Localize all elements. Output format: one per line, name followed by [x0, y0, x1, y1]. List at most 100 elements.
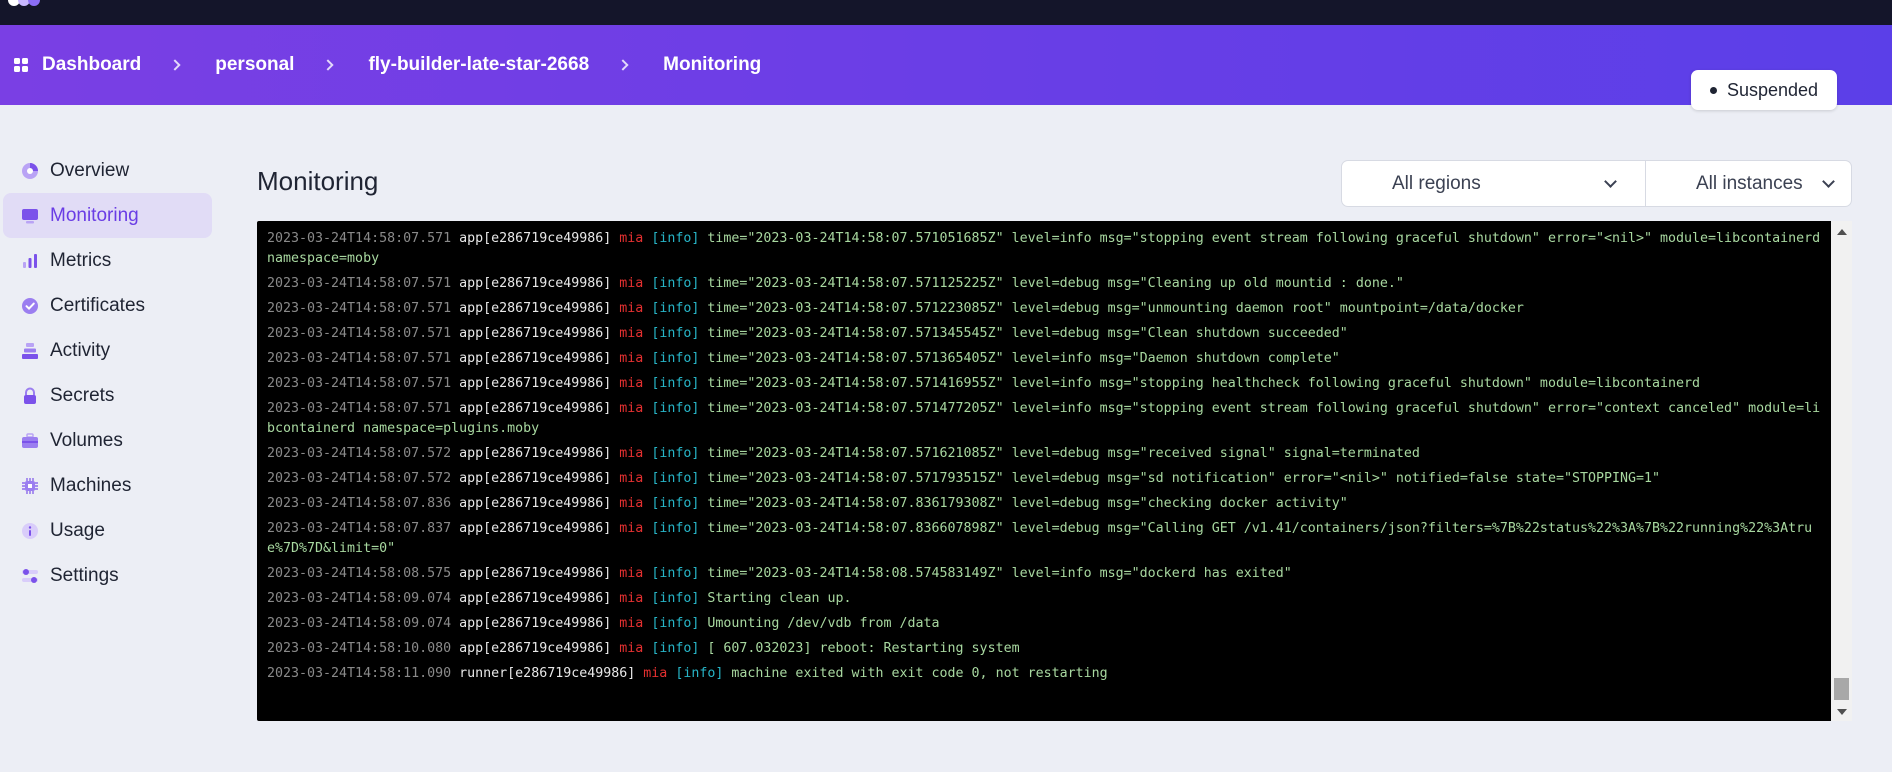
log-source: app[e286719ce49986]: [459, 616, 612, 631]
gauge-icon: [21, 162, 39, 180]
log-line: 2023-03-24T14:58:08.575 app[e286719ce499…: [267, 564, 1821, 584]
log-region: mia: [619, 376, 644, 391]
scroll-up-icon[interactable]: [1837, 229, 1847, 235]
log-line: 2023-03-24T14:58:07.571 app[e286719ce499…: [267, 349, 1821, 369]
log-timestamp: 2023-03-24T14:58:07.571: [267, 351, 452, 366]
breadcrumb: Dashboard personal fly-builder-late-star…: [14, 25, 761, 105]
sidebar-item-label: Secrets: [50, 384, 115, 406]
log-line: 2023-03-24T14:58:07.571 app[e286719ce499…: [267, 399, 1821, 439]
top-bar: [0, 0, 1892, 25]
log-level: [info]: [651, 496, 700, 511]
sidebar-item-label: Monitoring: [50, 204, 139, 226]
sidebar-item-label: Usage: [50, 519, 105, 541]
sidebar-item-label: Settings: [50, 564, 119, 586]
log-level: [info]: [651, 326, 700, 341]
stack-icon: [21, 342, 39, 360]
log-message: time="2023-03-24T14:58:07.571223085Z" le…: [707, 301, 1524, 316]
log-source: app[e286719ce49986]: [459, 591, 612, 606]
log-source: app[e286719ce49986]: [459, 231, 612, 246]
sidebar-item-label: Overview: [50, 159, 130, 181]
log-scrollbar[interactable]: [1831, 221, 1852, 721]
sidebar-item-machines[interactable]: Machines: [3, 463, 212, 508]
log-source: app[e286719ce49986]: [459, 376, 612, 391]
log-level: [info]: [651, 566, 700, 581]
log-timestamp: 2023-03-24T14:58:07.837: [267, 521, 452, 536]
log-line: 2023-03-24T14:58:07.572 app[e286719ce499…: [267, 469, 1821, 489]
sidebar-item-volumes[interactable]: Volumes: [3, 418, 212, 463]
instance-filter-select[interactable]: All instances: [1646, 160, 1852, 207]
log-source: app[e286719ce49986]: [459, 401, 612, 416]
log-line: 2023-03-24T14:58:07.837 app[e286719ce499…: [267, 519, 1821, 559]
log-message: Starting clean up.: [707, 591, 852, 606]
log-region: mia: [619, 616, 644, 631]
log-line: 2023-03-24T14:58:07.571 app[e286719ce499…: [267, 274, 1821, 294]
log-level: [info]: [651, 301, 700, 316]
log-timestamp: 2023-03-24T14:58:09.074: [267, 616, 452, 631]
log-level: [info]: [651, 591, 700, 606]
app-header: Dashboard personal fly-builder-late-star…: [0, 25, 1892, 110]
log-line: 2023-03-24T14:58:07.571 app[e286719ce499…: [267, 299, 1821, 319]
log-level: [info]: [651, 351, 700, 366]
log-region: mia: [619, 351, 644, 366]
status-dot-icon: [1709, 86, 1717, 94]
region-filter-select[interactable]: All regions: [1341, 160, 1646, 207]
sidebar-item-label: Volumes: [50, 429, 123, 451]
log-timestamp: 2023-03-24T14:58:07.836: [267, 496, 452, 511]
log-line: 2023-03-24T14:58:09.074 app[e286719ce499…: [267, 589, 1821, 609]
log-level: [info]: [675, 666, 724, 681]
log-line: 2023-03-24T14:58:07.571 app[e286719ce499…: [267, 324, 1821, 344]
scroll-down-icon[interactable]: [1837, 709, 1847, 715]
log-source: runner[e286719ce49986]: [459, 666, 636, 681]
log-message: time="2023-03-24T14:58:07.571793515Z" le…: [707, 471, 1661, 486]
breadcrumb-current[interactable]: Monitoring: [663, 54, 761, 76]
chevron-down-icon: [1604, 175, 1617, 188]
log-level: [info]: [651, 521, 700, 536]
sidebar-item-label: Activity: [50, 339, 111, 361]
breadcrumb-dashboard[interactable]: Dashboard: [42, 54, 141, 76]
log-level: [info]: [651, 641, 700, 656]
chevron-right-icon: [322, 59, 335, 71]
app-logo[interactable]: [8, 0, 56, 6]
log-timestamp: 2023-03-24T14:58:07.571: [267, 401, 452, 416]
log-level: [info]: [651, 231, 700, 246]
sidebar-item-certificates[interactable]: Certificates: [3, 283, 212, 328]
sidebar-item-activity[interactable]: Activity: [3, 328, 212, 373]
sidebar-item-label: Machines: [50, 474, 132, 496]
log-source: app[e286719ce49986]: [459, 276, 612, 291]
log-line: 2023-03-24T14:58:10.080 app[e286719ce499…: [267, 639, 1821, 659]
log-source: app[e286719ce49986]: [459, 471, 612, 486]
log-level: [info]: [651, 276, 700, 291]
log-message: time="2023-03-24T14:58:07.571365405Z" le…: [707, 351, 1340, 366]
sidebar-item-monitoring[interactable]: Monitoring: [3, 193, 212, 238]
info-icon: [21, 522, 39, 540]
log-region: mia: [619, 641, 644, 656]
sidebar-item-secrets[interactable]: Secrets: [3, 373, 212, 418]
sidebar-item-usage[interactable]: Usage: [3, 508, 212, 553]
log-region: mia: [619, 521, 644, 536]
log-viewer[interactable]: 2023-03-24T14:58:07.571 app[e286719ce499…: [257, 221, 1831, 721]
sidebar-item-overview[interactable]: Overview: [3, 148, 212, 193]
log-level: [info]: [651, 376, 700, 391]
chevron-down-icon: [1822, 175, 1835, 188]
log-level: [info]: [651, 471, 700, 486]
grid-icon: [14, 58, 28, 72]
breadcrumb-organization[interactable]: personal: [215, 54, 294, 76]
log-source: app[e286719ce49986]: [459, 521, 612, 536]
monitor-icon: [21, 207, 39, 225]
settings-icon: [21, 567, 39, 585]
sidebar-item-label: Metrics: [50, 249, 112, 271]
log-region: mia: [643, 666, 668, 681]
log-message: Umounting /dev/vdb from /data: [707, 616, 940, 631]
log-timestamp: 2023-03-24T14:58:07.572: [267, 446, 452, 461]
sidebar-item-settings[interactable]: Settings: [3, 553, 212, 598]
log-message: time="2023-03-24T14:58:07.571416955Z" le…: [707, 376, 1701, 391]
log-timestamp: 2023-03-24T14:58:07.571: [267, 276, 452, 291]
log-region: mia: [619, 301, 644, 316]
log-source: app[e286719ce49986]: [459, 566, 612, 581]
log-region: mia: [619, 471, 644, 486]
scrollbar-thumb[interactable]: [1834, 678, 1849, 700]
sidebar-item-metrics[interactable]: Metrics: [3, 238, 212, 283]
log-timestamp: 2023-03-24T14:58:07.571: [267, 376, 452, 391]
breadcrumb-app[interactable]: fly-builder-late-star-2668: [368, 54, 589, 76]
log-timestamp: 2023-03-24T14:58:10.080: [267, 641, 452, 656]
